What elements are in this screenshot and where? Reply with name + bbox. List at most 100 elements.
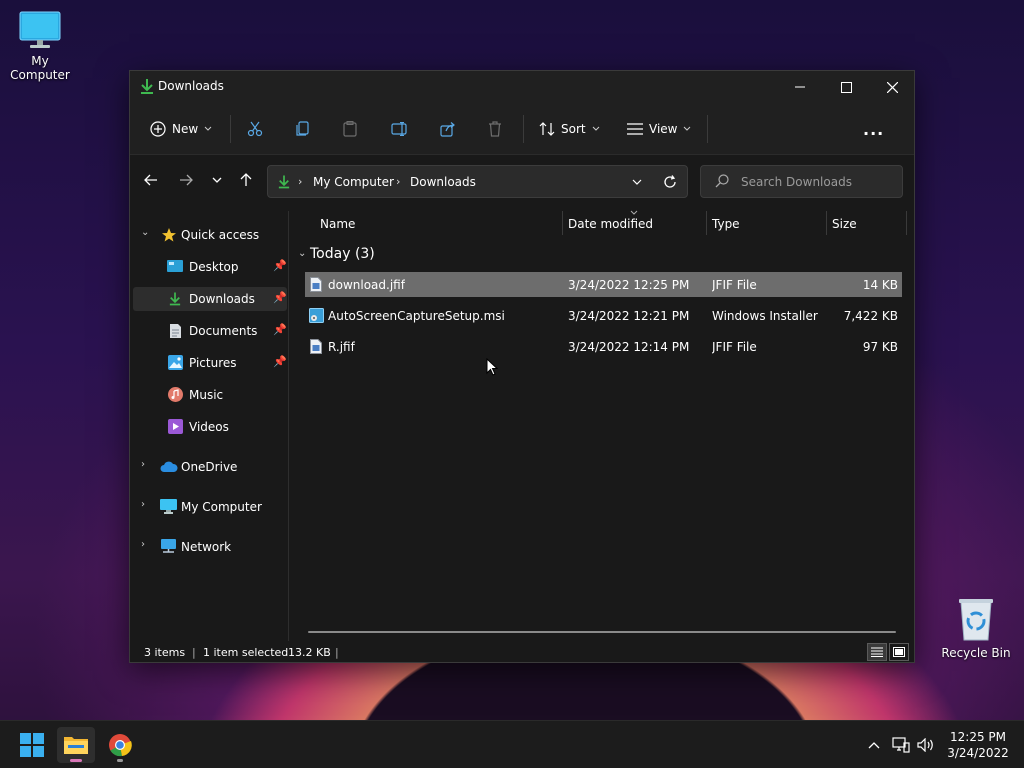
network-status-button[interactable] [891,735,911,755]
title-bar[interactable]: Downloads [130,71,914,103]
toolbar-separator [230,115,231,143]
show-hidden-icons-button[interactable] [864,735,884,755]
file-type: Windows Installer ... [712,309,822,323]
system-clock[interactable]: 12:25 PM 3/24/2022 [940,729,1016,761]
back-button[interactable] [141,170,161,190]
more-options-icon: ... [863,119,885,139]
cut-button[interactable] [247,113,263,145]
status-separator: | [192,646,196,659]
desktop-icon-label: Recycle Bin [941,646,1011,660]
breadcrumb-downloads[interactable]: Downloads [410,175,476,189]
chevron-down-icon[interactable]: ⌄ [141,227,149,238]
sidebar-item-music[interactable]: Music [133,383,287,407]
chevron-right-icon[interactable]: › [141,459,145,470]
status-selected-size: 13.2 KB [288,646,331,659]
table-row[interactable]: AutoScreenCaptureSetup.msi 3/24/2022 12:… [305,303,902,328]
sidebar-item-my-computer[interactable]: › My Computer [133,495,287,519]
desktop-icon-label: My Computer [10,54,70,82]
sidebar-item-downloads[interactable]: Downloads 📌 [133,287,287,311]
minimize-button[interactable] [777,71,823,103]
chevron-right-icon[interactable]: › [141,499,145,510]
minimize-icon [795,86,805,88]
sidebar-item-documents[interactable]: Documents 📌 [133,319,287,343]
navigation-bar: › My Computer › Downloads Search Downloa… [130,155,914,207]
column-divider[interactable] [826,211,827,235]
taskbar-chrome[interactable] [101,727,139,763]
group-header-today[interactable]: Today (3) [310,246,375,262]
horizontal-scrollbar[interactable] [308,631,896,633]
paste-button[interactable] [343,113,357,145]
sidebar-item-network[interactable]: › Network [133,535,287,559]
sidebar-item-pictures[interactable]: Pictures 📌 [133,351,287,375]
new-button[interactable]: New [150,113,212,145]
refresh-icon[interactable] [663,175,677,189]
up-button[interactable] [236,170,256,190]
breadcrumb-my-computer[interactable]: My Computer [313,175,394,189]
taskbar-file-explorer[interactable] [57,727,95,763]
file-name: R.jfif [328,340,355,354]
download-icon [141,79,153,94]
rename-button[interactable] [391,113,409,145]
column-divider[interactable] [562,211,563,235]
delete-button[interactable] [488,113,502,145]
running-indicator [117,759,123,762]
chevron-down-icon[interactable]: ⌄ [298,248,306,259]
close-button[interactable] [869,71,915,103]
pane-divider[interactable] [288,211,289,641]
desktop-icon-my-computer[interactable]: My Computer [0,10,80,82]
column-header-name[interactable]: Name [320,217,355,241]
maximize-button[interactable] [823,71,869,103]
copy-button[interactable] [296,113,310,145]
address-bar[interactable]: › My Computer › Downloads [267,165,688,198]
share-button[interactable] [440,113,456,145]
start-button[interactable] [13,727,51,763]
view-list-icon [627,123,643,135]
column-divider[interactable] [906,211,907,235]
large-icons-view-button[interactable] [889,643,909,661]
file-date: 3/24/2022 12:14 PM [568,340,690,354]
status-selected: 1 item selected [203,646,289,659]
trash-icon [489,121,501,137]
search-input[interactable]: Search Downloads [700,165,903,198]
desktop-icon-recycle-bin[interactable]: Recycle Bin [936,596,1016,660]
plus-circle-icon [150,121,166,137]
sidebar-item-desktop[interactable]: Desktop 📌 [133,255,287,279]
sidebar-item-videos[interactable]: Videos [133,415,287,439]
installer-file-icon [309,308,324,323]
network-wired-icon [892,737,910,753]
desktop-folder-icon [167,260,183,272]
file-date: 3/24/2022 12:21 PM [568,309,690,323]
file-type: JFIF File [712,340,757,354]
large-icons-view-icon [893,647,905,657]
column-header-date-modified[interactable]: Date modified [568,217,653,241]
view-button[interactable]: View [627,113,691,145]
sidebar-item-label: My Computer [181,500,262,514]
recent-locations-button[interactable] [207,170,227,190]
chevron-down-icon [212,177,222,183]
image-file-icon [310,339,322,354]
file-size: 14 KB [862,278,898,292]
clock-time: 12:25 PM [950,730,1006,744]
speaker-icon [917,738,933,752]
column-divider[interactable] [706,211,707,235]
volume-button[interactable] [916,735,936,755]
table-row[interactable]: R.jfif 3/24/2022 12:14 PM JFIF File 97 K… [305,334,902,359]
pin-icon: 📌 [273,355,287,368]
column-header-size[interactable]: Size [832,217,857,241]
forward-button[interactable] [176,170,196,190]
more-options-button[interactable]: ... [863,113,884,145]
sort-button[interactable]: Sort [539,113,600,145]
chevron-right-icon[interactable]: › [141,539,145,550]
chevron-down-icon[interactable] [632,179,642,185]
column-header-type[interactable]: Type [712,217,740,241]
music-icon [168,387,183,402]
sidebar-item-onedrive[interactable]: › OneDrive [133,455,287,479]
file-size: 97 KB [862,340,898,354]
details-view-icon [871,647,883,657]
cloud-icon [160,461,178,472]
new-label: New [172,122,199,136]
sidebar-item-label: Videos [189,420,229,434]
table-row[interactable]: download.jfif 3/24/2022 12:25 PM JFIF Fi… [305,272,902,297]
sidebar-item-quick-access[interactable]: ⌄ Quick access [133,223,287,247]
details-view-button[interactable] [867,643,887,661]
